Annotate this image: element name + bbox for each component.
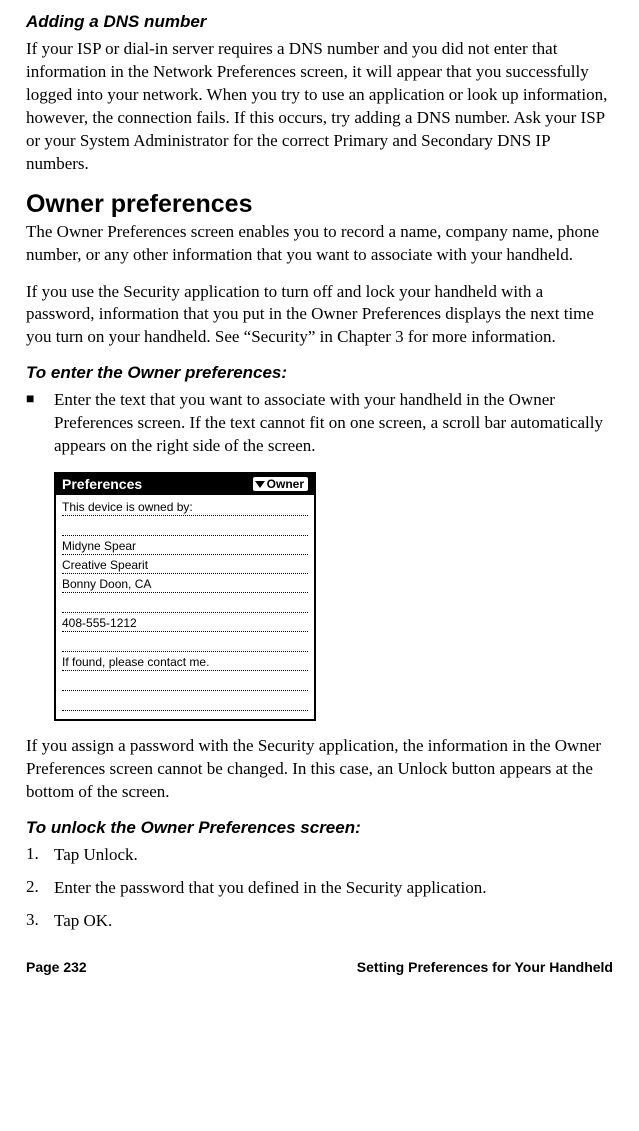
owner-text-line: Creative Spearit xyxy=(62,557,308,574)
owner-text-line: Bonny Doon, CA xyxy=(62,576,308,593)
step-text: Tap Unlock. xyxy=(54,844,138,867)
prefs-header-bar: Preferences Owner xyxy=(56,474,314,495)
step-number: 3. xyxy=(26,910,44,933)
heading-enter-owner: To enter the Owner preferences: xyxy=(26,363,613,383)
owner-text-line: 408-555-1212 xyxy=(62,615,308,632)
chapter-title: Setting Preferences for Your Handheld xyxy=(357,959,613,975)
owner-dropdown[interactable]: Owner xyxy=(253,477,308,491)
heading-unlock-owner: To unlock the Owner Preferences screen: xyxy=(26,818,613,838)
document-page: Adding a DNS number If your ISP or dial-… xyxy=(0,0,639,995)
paragraph-owner-3: If you assign a password with the Securi… xyxy=(26,735,613,804)
owner-text-line: This device is owned by: xyxy=(62,499,308,516)
list-item: ■ Enter the text that you want to associ… xyxy=(26,389,613,458)
preferences-screenshot: Preferences Owner This device is owned b… xyxy=(54,472,316,721)
numbered-list: 1. Tap Unlock. 2. Enter the password tha… xyxy=(26,844,613,933)
owner-text-line: If found, please contact me. xyxy=(62,654,308,671)
owner-text-line xyxy=(62,518,308,536)
step-number: 1. xyxy=(26,844,44,867)
bullet-list: ■ Enter the text that you want to associ… xyxy=(26,389,613,458)
list-item: 3. Tap OK. xyxy=(26,910,613,933)
prefs-body[interactable]: This device is owned by: Midyne Spear Cr… xyxy=(56,495,314,719)
paragraph-owner-1: The Owner Preferences screen enables you… xyxy=(26,221,613,267)
chevron-down-icon xyxy=(255,481,265,488)
list-item: 2. Enter the password that you defined i… xyxy=(26,877,613,900)
step-text: Enter the password that you defined in t… xyxy=(54,877,486,900)
heading-owner-preferences: Owner preferences xyxy=(26,190,613,219)
paragraph-owner-2: If you use the Security application to t… xyxy=(26,281,613,350)
page-footer: Page 232 Setting Preferences for Your Ha… xyxy=(26,959,613,975)
page-number: Page 232 xyxy=(26,959,87,975)
bullet-text: Enter the text that you want to associat… xyxy=(54,389,613,458)
heading-adding-dns: Adding a DNS number xyxy=(26,12,613,32)
square-bullet-icon: ■ xyxy=(26,389,40,458)
dropdown-label: Owner xyxy=(267,477,304,491)
step-text: Tap OK. xyxy=(54,910,112,933)
owner-text-line xyxy=(62,595,308,613)
list-item: 1. Tap Unlock. xyxy=(26,844,613,867)
owner-text-line xyxy=(62,693,308,711)
prefs-title: Preferences xyxy=(62,476,142,492)
owner-text-line xyxy=(62,634,308,652)
step-number: 2. xyxy=(26,877,44,900)
owner-text-line xyxy=(62,673,308,691)
owner-text-line: Midyne Spear xyxy=(62,538,308,555)
paragraph-dns: If your ISP or dial-in server requires a… xyxy=(26,38,613,176)
